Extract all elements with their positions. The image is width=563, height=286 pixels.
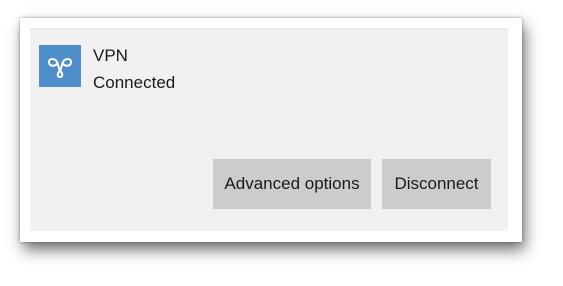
vpn-tile [39,45,81,87]
vpn-connection-name: VPN [93,46,128,65]
vpn-icon [48,58,72,78]
vpn-connection-panel[interactable]: VPN Connected Advanced options Disconnec… [30,28,508,231]
advanced-options-button[interactable]: Advanced options [213,159,371,209]
disconnect-button[interactable]: Disconnect [382,159,491,209]
vpn-connection-status: Connected [93,73,176,92]
vpn-flyout-frame: VPN Connected Advanced options Disconnec… [20,18,522,242]
